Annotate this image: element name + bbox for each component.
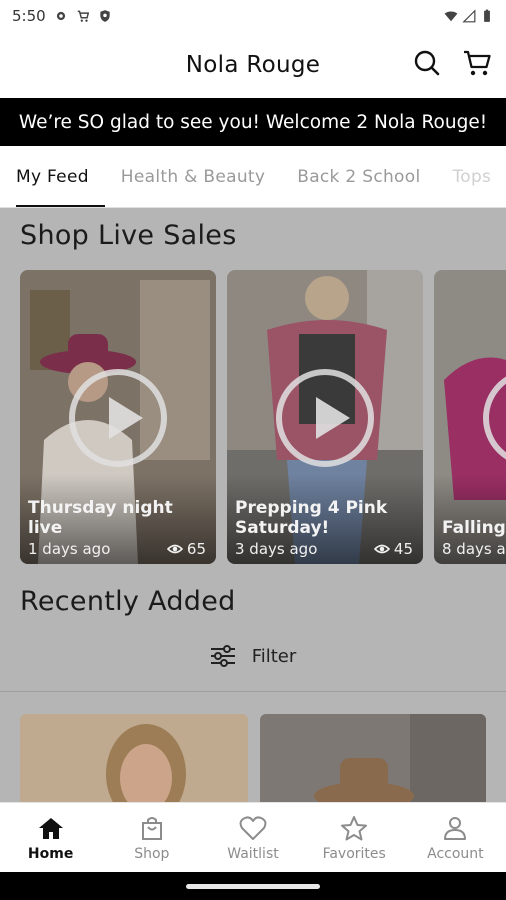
live-sale-age: 3 days ago bbox=[235, 540, 318, 558]
tab-back-2-school[interactable]: Back 2 School bbox=[281, 146, 436, 207]
eye-icon bbox=[373, 544, 390, 554]
live-sale-title: Thursday night live bbox=[28, 498, 173, 538]
nav-waitlist-label: Waitlist bbox=[227, 845, 279, 862]
search-icon bbox=[414, 50, 440, 76]
feed-content: Shop Live Sales Thursday night live 1 da… bbox=[0, 208, 506, 802]
nav-waitlist[interactable]: Waitlist bbox=[202, 803, 303, 872]
live-sale-title: Prepping 4 Pink Saturday! bbox=[235, 498, 388, 538]
live-sale-age: 8 days a bbox=[442, 540, 506, 558]
category-tabs: My Feed Health & Beauty Back 2 School To… bbox=[0, 146, 506, 208]
nav-account[interactable]: Account bbox=[405, 803, 506, 872]
star-icon bbox=[341, 815, 368, 840]
nav-shop[interactable]: Shop bbox=[101, 803, 202, 872]
search-button[interactable] bbox=[412, 48, 442, 78]
cart-button[interactable] bbox=[462, 48, 492, 78]
system-gesture-bar bbox=[0, 872, 506, 900]
bottom-navigation: Home Shop Waitlist Favorites Account bbox=[0, 802, 506, 872]
product-card[interactable] bbox=[20, 714, 248, 802]
play-button[interactable] bbox=[276, 369, 374, 467]
signal-icon bbox=[462, 9, 476, 23]
live-sales-heading: Shop Live Sales bbox=[20, 220, 237, 251]
nav-home-label: Home bbox=[27, 845, 74, 862]
home-icon bbox=[38, 817, 63, 839]
eye-icon bbox=[166, 544, 183, 554]
status-time: 5:50 bbox=[12, 7, 46, 25]
tab-my-feed[interactable]: My Feed bbox=[0, 146, 105, 207]
live-sale-card[interactable]: Thursday night live 1 days ago 65 bbox=[20, 270, 216, 564]
recently-added-heading: Recently Added bbox=[20, 586, 236, 617]
welcome-banner: We’re SO glad to see you! Welcome 2 Nola… bbox=[0, 98, 506, 146]
section-divider bbox=[0, 691, 506, 692]
play-icon bbox=[316, 397, 350, 439]
person-icon bbox=[444, 816, 467, 840]
cart-status-icon bbox=[77, 10, 89, 22]
live-sale-age: 1 days ago bbox=[28, 540, 111, 558]
filter-button[interactable]: Filter bbox=[0, 638, 506, 674]
home-gesture-handle[interactable] bbox=[186, 884, 320, 889]
live-sale-title: Falling bbox=[442, 518, 506, 538]
product-thumbnail bbox=[20, 714, 248, 802]
filter-icon bbox=[210, 645, 235, 667]
tab-tops[interactable]: Tops bbox=[436, 146, 506, 207]
battery-icon bbox=[484, 9, 490, 22]
app-header: Nola Rouge bbox=[0, 32, 506, 98]
filter-label: Filter bbox=[251, 645, 297, 667]
settings-icon bbox=[56, 11, 65, 21]
product-card[interactable] bbox=[260, 714, 486, 802]
play-button[interactable] bbox=[69, 369, 167, 467]
bag-icon bbox=[141, 816, 162, 840]
nav-favorites[interactable]: Favorites bbox=[304, 803, 405, 872]
shield-icon bbox=[100, 10, 110, 22]
status-bar: 5:50 bbox=[0, 0, 506, 32]
product-thumbnail bbox=[260, 714, 486, 802]
live-sale-card[interactable]: Prepping 4 Pink Saturday! 3 days ago 45 bbox=[227, 270, 423, 564]
live-sale-views: 65 bbox=[186, 540, 206, 558]
live-sale-card[interactable]: Falling 8 days a bbox=[434, 270, 506, 564]
play-icon bbox=[109, 397, 143, 439]
live-sale-views: 45 bbox=[393, 540, 413, 558]
wifi-icon bbox=[444, 11, 458, 22]
nav-shop-label: Shop bbox=[134, 845, 170, 862]
cart-icon bbox=[464, 50, 491, 76]
tab-health-beauty[interactable]: Health & Beauty bbox=[105, 146, 281, 207]
nav-favorites-label: Favorites bbox=[322, 845, 386, 862]
app-title: Nola Rouge bbox=[185, 52, 321, 78]
nav-account-label: Account bbox=[427, 845, 484, 862]
nav-home[interactable]: Home bbox=[0, 803, 101, 872]
heart-icon bbox=[239, 815, 267, 840]
